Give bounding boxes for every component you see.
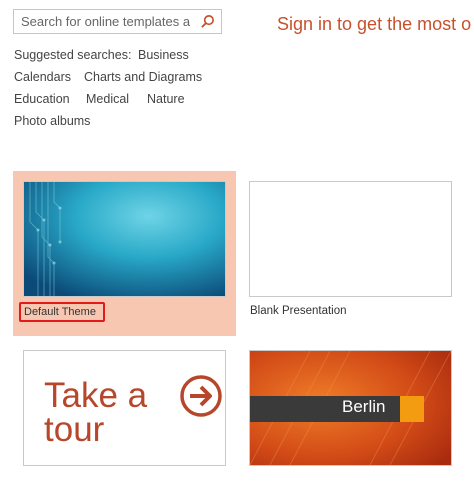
template-berlin[interactable]: Berlin	[239, 341, 462, 471]
suggested-search-charts-and-diagrams[interactable]: Charts and Diagrams	[84, 70, 202, 84]
suggested-search-nature[interactable]: Nature	[147, 92, 185, 106]
arrow-circle-icon	[180, 375, 222, 417]
default-theme-thumbnail	[23, 181, 226, 297]
template-caption-default-theme: Default Theme	[19, 302, 105, 322]
search-icon[interactable]	[200, 14, 215, 29]
suggested-search-photo-albums[interactable]: Photo albums	[14, 114, 90, 128]
sign-in-link[interactable]: Sign in to get the most o	[277, 14, 471, 35]
suggested-search-medical[interactable]: Medical	[86, 92, 129, 106]
take-a-tour-text: Take a tour	[44, 376, 148, 449]
suggested-searches-label: Suggested searches:	[14, 48, 132, 62]
take-a-tour-thumbnail: Take a tour	[23, 350, 226, 466]
berlin-thumbnail: Berlin	[249, 350, 452, 466]
blank-presentation-thumbnail	[249, 181, 452, 297]
suggested-search-calendars[interactable]: Calendars	[14, 70, 71, 84]
suggested-search-business[interactable]: Business	[138, 48, 189, 62]
search-input[interactable]	[14, 10, 201, 33]
berlin-title-text: Berlin	[342, 397, 386, 416]
template-blank-presentation[interactable]: Blank Presentation	[239, 171, 462, 336]
search-box[interactable]	[13, 9, 222, 34]
template-caption-blank-presentation: Blank Presentation	[250, 305, 347, 317]
berlin-accent-block	[400, 396, 424, 422]
suggested-search-education[interactable]: Education	[14, 92, 70, 106]
template-take-a-tour[interactable]: Take a tour	[13, 341, 236, 471]
